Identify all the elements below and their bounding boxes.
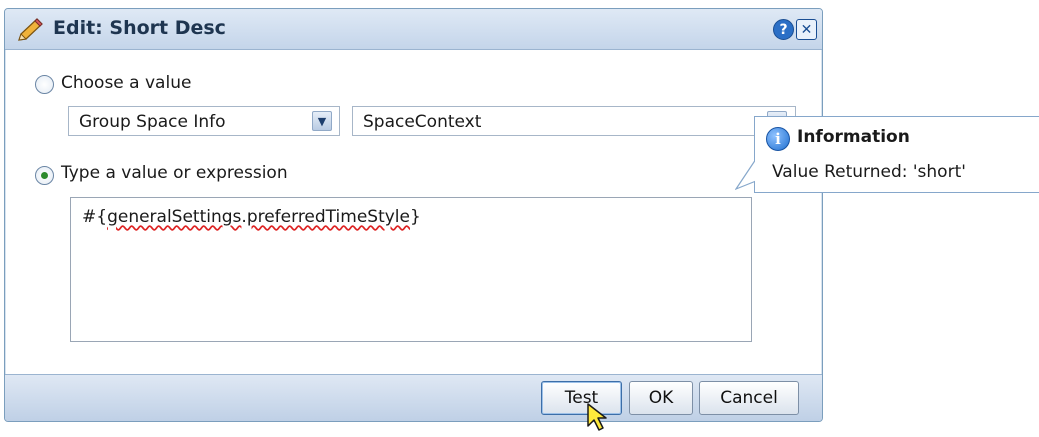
pencil-icon	[15, 16, 45, 49]
expr-part-1: generalSettings	[107, 207, 242, 227]
choose-value-radio[interactable]	[35, 75, 54, 94]
help-icon[interactable]: ?	[773, 19, 794, 40]
ok-button[interactable]: OK	[629, 381, 693, 415]
expression-input[interactable]: #{generalSettings.preferredTimeStyle}	[70, 197, 752, 342]
dialog-titlebar[interactable]: Edit: Short Desc ? ✕	[5, 9, 822, 50]
dialog-footer: Test OK Cancel	[5, 374, 822, 421]
space-context-value: SpaceContext	[363, 112, 482, 132]
info-message: Value Returned: 'short'	[772, 162, 966, 182]
info-icon: i	[766, 127, 790, 151]
close-icon[interactable]: ✕	[796, 19, 817, 40]
mouse-cursor-icon	[586, 402, 612, 437]
cancel-button[interactable]: Cancel	[699, 381, 799, 415]
info-heading: Information	[797, 127, 910, 147]
popup-pointer	[734, 158, 758, 198]
expression-label: Type a value or expression	[61, 163, 288, 183]
space-context-select[interactable]: SpaceContext ▼	[352, 106, 796, 136]
expression-text: #{generalSettings.preferredTimeStyle}	[82, 207, 421, 227]
dialog-title: Edit: Short Desc	[53, 17, 226, 39]
expr-prefix: #{	[82, 207, 108, 227]
information-popup: i Information Value Returned: 'short'	[734, 116, 1039, 193]
edit-dialog: Edit: Short Desc ? ✕ Choose a value Grou…	[4, 8, 823, 422]
group-space-value: Group Space Info	[79, 112, 226, 132]
expr-part-2: preferredTimeStyle	[246, 207, 410, 227]
choose-value-label: Choose a value	[61, 73, 192, 93]
expression-radio[interactable]	[35, 166, 54, 185]
expr-suffix: }	[409, 207, 421, 227]
group-space-select[interactable]: Group Space Info ▼	[68, 106, 340, 136]
chevron-down-icon[interactable]: ▼	[312, 111, 332, 131]
